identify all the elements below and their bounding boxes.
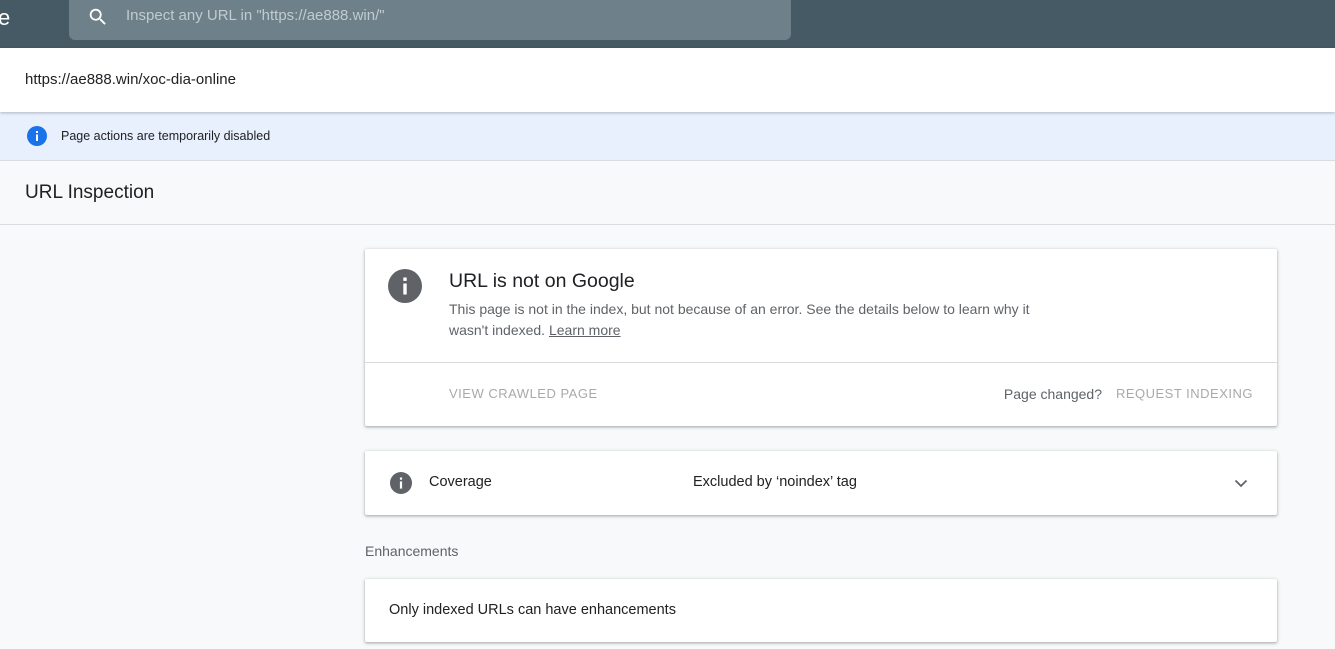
- page-header: URL Inspection: [0, 161, 1335, 225]
- enhancements-message: Only indexed URLs can have enhancements: [389, 602, 676, 618]
- top-app-bar: e Inspect any URL in "https://ae888.win/…: [0, 0, 1335, 48]
- search-icon: [89, 8, 106, 25]
- page-title: URL Inspection: [25, 182, 155, 203]
- coverage-value: Excluded by ‘noindex’ tag: [693, 474, 857, 490]
- info-banner: Page actions are temporarily disabled: [0, 112, 1335, 161]
- enhancements-heading: Enhancements: [365, 543, 459, 559]
- view-crawled-page-button[interactable]: VIEW CRAWLED PAGE: [449, 386, 598, 401]
- status-description-text: This page is not in the index, but not b…: [449, 301, 1030, 338]
- card-divider: [365, 362, 1277, 363]
- info-icon: [27, 126, 47, 146]
- info-icon: [390, 472, 412, 494]
- page-changed-label: Page changed?: [1003, 386, 1102, 402]
- chevron-down-icon[interactable]: [1233, 475, 1249, 491]
- request-indexing-button[interactable]: REQUEST INDEXING: [1116, 386, 1253, 401]
- index-status-card: URL is not on Google This page is not in…: [365, 249, 1277, 426]
- enhancements-card: Only indexed URLs can have enhancements: [365, 579, 1277, 642]
- status-description: This page is not in the index, but not b…: [449, 299, 1049, 341]
- inspected-url: https://ae888.win/xoc-dia-online: [25, 71, 236, 88]
- info-icon: [388, 269, 422, 303]
- banner-text: Page actions are temporarily disabled: [61, 129, 271, 143]
- status-title: URL is not on Google: [449, 270, 635, 292]
- url-inspect-search-box[interactable]: Inspect any URL in "https://ae888.win/": [69, 0, 791, 40]
- coverage-row[interactable]: Coverage Excluded by ‘noindex’ tag: [365, 451, 1277, 515]
- product-name-fragment: e: [0, 5, 11, 30]
- coverage-label: Coverage: [429, 474, 492, 490]
- inspected-url-bar: https://ae888.win/xoc-dia-online: [0, 48, 1335, 112]
- search-input[interactable]: Inspect any URL in "https://ae888.win/": [126, 7, 385, 25]
- learn-more-link[interactable]: Learn more: [549, 322, 621, 338]
